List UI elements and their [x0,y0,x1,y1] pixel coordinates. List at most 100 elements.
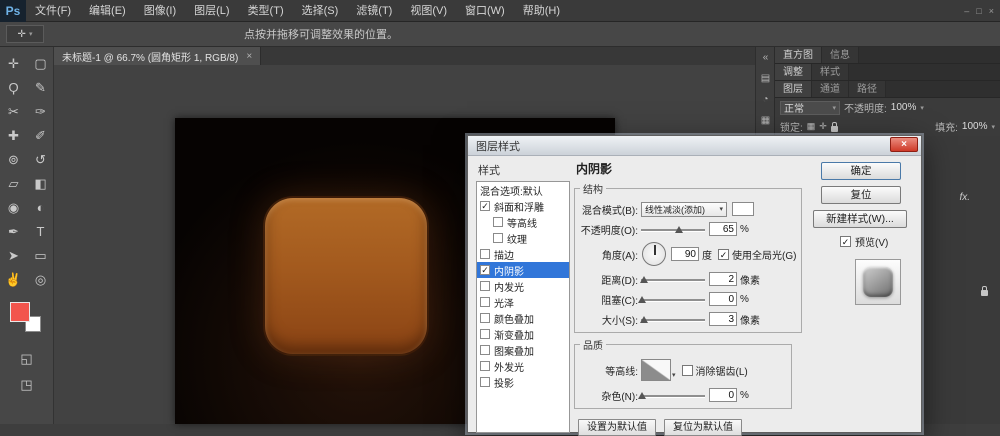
style-checkbox[interactable] [480,329,490,339]
document-tab[interactable]: 未标题-1 @ 66.7% (圆角矩形 1, RGB/8) × [54,47,262,65]
screen-mode-icon[interactable]: ◳ [15,376,39,394]
lasso-tool-icon[interactable]: Ϙ [2,76,26,100]
lock-position-icon[interactable]: ✛ [819,121,827,132]
global-light-checkbox[interactable]: ✓ [718,248,729,260]
noise-slider[interactable] [638,390,705,401]
tab-paths[interactable]: 路径 [849,81,886,97]
restore-icon[interactable]: □ [976,6,981,16]
foreground-color-swatch[interactable] [9,302,30,322]
zoom-tool-icon[interactable]: ◎ [29,268,53,292]
dialog-titlebar[interactable]: 图层样式 × [468,136,921,156]
contour-picker[interactable] [641,359,671,381]
choke-slider[interactable] [638,294,705,305]
slider-thumb[interactable] [639,275,648,283]
choke-input[interactable]: 0 [709,292,737,306]
opacity-slider[interactable] [641,224,705,235]
dialog-close-button[interactable]: × [890,137,918,152]
lock-all-icon[interactable] [830,121,838,132]
tab-styles[interactable]: 样式 [812,64,849,80]
close-tab-icon[interactable]: × [246,51,252,62]
type-tool-icon[interactable]: T [29,220,53,244]
reset-button[interactable]: 复位 [821,186,901,204]
distance-input[interactable]: 2 [709,272,737,286]
style-item-blending-options[interactable]: 混合选项:默认 [477,182,569,198]
style-item-inner-shadow[interactable]: ✓ 内阴影 [477,262,569,278]
style-item-gradient-overlay[interactable]: 渐变叠加 [477,326,569,342]
style-checkbox[interactable] [480,249,490,259]
quick-mask-icon[interactable]: ◱ [15,350,39,368]
tab-channels[interactable]: 通道 [812,81,849,97]
menu-help[interactable]: 帮助(H) [514,0,569,22]
size-slider[interactable] [640,314,705,325]
menu-image[interactable]: 图像(I) [135,0,185,22]
menu-type[interactable]: 类型(T) [239,0,293,22]
clone-stamp-tool-icon[interactable]: ⊚ [2,148,26,172]
style-item-texture[interactable]: 纹理 [477,230,569,246]
blend-mode-dropdown[interactable]: 正常 ▾ [780,100,840,115]
healing-brush-tool-icon[interactable]: ✚ [2,124,26,148]
blur-tool-icon[interactable]: ◉ [2,196,26,220]
antialias-checkbox[interactable] [681,364,693,376]
style-item-stroke[interactable]: 描边 [477,246,569,262]
style-checkbox[interactable]: ✓ [480,201,490,211]
brush-tool-icon[interactable]: ✐ [29,124,53,148]
layer-fx-badge[interactable]: fx. [959,192,970,203]
gradient-tool-icon[interactable]: ◧ [29,172,53,196]
style-item-bevel-emboss[interactable]: ✓ 斜面和浮雕 [477,198,569,214]
menu-file[interactable]: 文件(F) [26,0,80,22]
rectangular-marquee-tool-icon[interactable]: ▢ [29,52,53,76]
tab-histogram[interactable]: 直方图 [775,47,822,63]
style-checkbox[interactable] [480,281,490,291]
style-item-drop-shadow[interactable]: 投影 [477,374,569,390]
ok-button[interactable]: 确定 [821,162,901,180]
style-checkbox[interactable] [493,233,503,243]
dock-panel-icon[interactable]: ▦ [756,110,775,131]
style-checkbox[interactable]: ✓ [480,265,490,275]
size-input[interactable]: 3 [709,312,737,326]
angle-input[interactable]: 90 [671,247,699,261]
menu-window[interactable]: 窗口(W) [456,0,514,22]
path-selection-tool-icon[interactable]: ➤ [2,244,26,268]
dock-panel-icon[interactable]: ▤ [756,68,775,89]
style-checkbox[interactable] [480,377,490,387]
slider-thumb[interactable] [675,225,684,233]
style-checkbox[interactable] [480,297,490,307]
menu-view[interactable]: 视图(V) [401,0,456,22]
style-item-inner-glow[interactable]: 内发光 [477,278,569,294]
reset-to-default-button[interactable]: 复位为默认值 [664,419,742,436]
style-checkbox[interactable] [480,345,490,355]
lock-transparency-icon[interactable]: ▦ [807,121,816,132]
menu-select[interactable]: 选择(S) [293,0,348,22]
hand-tool-icon[interactable]: ✌ [2,268,26,292]
opacity-input[interactable]: 65 [709,222,737,236]
fill-value[interactable]: 100% [962,121,988,132]
eyedropper-tool-icon[interactable]: ✑ [29,100,53,124]
tool-preset-picker[interactable]: ✛ ▾ [6,25,44,43]
set-as-default-button[interactable]: 设置为默认值 [578,419,656,436]
style-item-color-overlay[interactable]: 颜色叠加 [477,310,569,326]
slider-thumb[interactable] [638,391,647,399]
style-checkbox[interactable] [480,313,490,323]
quick-selection-tool-icon[interactable]: ✎ [29,76,53,100]
blend-mode-select[interactable]: 线性减淡(添加) ▾ [641,201,727,217]
slider-thumb[interactable] [640,315,649,323]
dodge-tool-icon[interactable]: ◐ [29,196,53,220]
collapse-panels-icon[interactable]: « [756,47,775,68]
distance-slider[interactable] [639,274,705,285]
pen-tool-icon[interactable]: ✒ [2,220,26,244]
tab-layers[interactable]: 图层 [775,81,812,97]
rectangle-tool-icon[interactable]: ▭ [29,244,53,268]
style-item-pattern-overlay[interactable]: 图案叠加 [477,342,569,358]
tab-info[interactable]: 信息 [822,47,859,63]
dock-panel-icon[interactable]: ◔ [756,89,775,110]
menu-layer[interactable]: 图层(L) [185,0,238,22]
angle-dial[interactable] [642,242,666,266]
menu-filter[interactable]: 滤镜(T) [347,0,401,22]
style-checkbox[interactable] [493,217,503,227]
caret-down-icon[interactable]: ▾ [672,371,676,379]
preview-checkbox[interactable]: ✓ [840,236,851,247]
style-checkbox[interactable] [480,361,490,371]
style-item-satin[interactable]: 光泽 [477,294,569,310]
slider-thumb[interactable] [638,295,647,303]
minimize-icon[interactable]: – [964,6,969,16]
